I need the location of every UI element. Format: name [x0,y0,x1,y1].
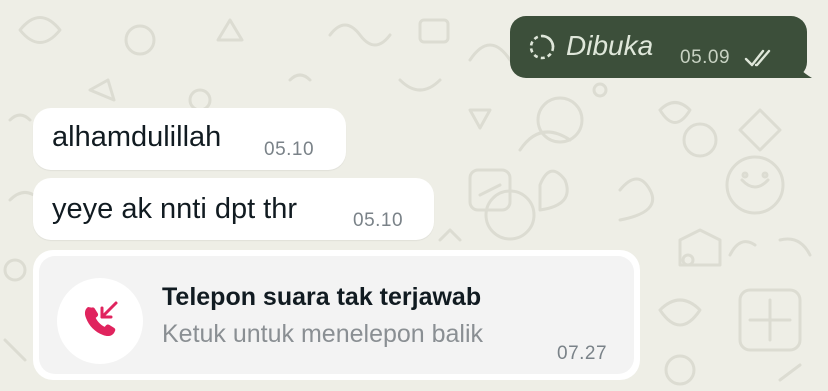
incoming-message-text: alhamdulillah [52,121,222,153]
missed-call-icon [84,301,118,337]
incoming-message-time: 05.10 [264,139,315,160]
incoming-message-time: 05.10 [353,210,404,231]
incoming-message-text: yeye ak nnti dpt thr [52,193,298,225]
view-once-spinner-icon [529,34,555,60]
missed-call-time: 07.27 [557,343,608,364]
outgoing-message-time: 05.09 [680,47,731,68]
outgoing-message-text: Dibuka [566,30,654,61]
missed-call-title: Telepon suara tak terjawab [162,283,482,311]
double-check-icon [744,49,771,67]
missed-call-subtitle: Ketuk untuk menelepon balik [162,320,484,348]
